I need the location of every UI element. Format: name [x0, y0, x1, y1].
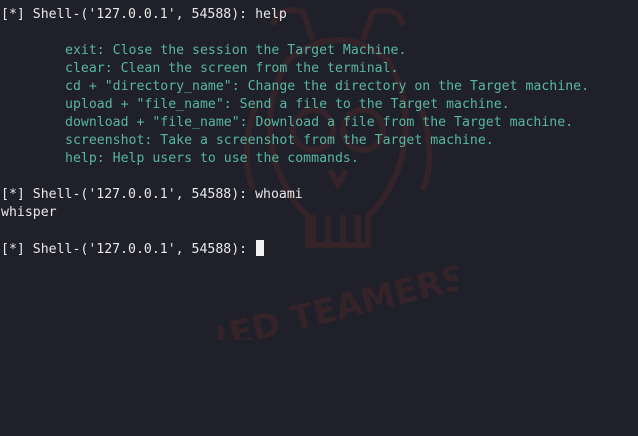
- help-text-line: screenshot: Take a screenshot from the T…: [65, 133, 494, 148]
- help-text-line: cd + "directory_name": Change the direct…: [65, 79, 590, 94]
- active-prompt-line[interactable]: [*] Shell-('127.0.0.1', 54588):: [0, 240, 638, 258]
- prompt: [*] Shell-('127.0.0.1', 54588):: [1, 7, 256, 22]
- help-text-line: exit: Close the session the Target Machi…: [65, 43, 407, 58]
- help-text-line: upload + "file_name": Send a file to the…: [65, 97, 510, 112]
- prompt: [*] Shell-('127.0.0.1', 54588):: [1, 187, 256, 202]
- typed-command: whoami: [255, 187, 303, 202]
- terminal-window[interactable]: RED TEAMERS [*] Shell-('127.0.0.1', 5458…: [0, 0, 638, 436]
- help-text-line: download + "file_name": Download a file …: [65, 115, 574, 130]
- typed-command: help: [255, 7, 287, 22]
- prompt-line: [*] Shell-('127.0.0.1', 54588): whoami: [0, 186, 638, 204]
- help-text-line: clear: Clean the screen from the termina…: [65, 61, 399, 76]
- watermark-text: RED TEAMERS: [218, 257, 458, 340]
- text-cursor: [256, 240, 265, 256]
- command-output: whisper: [1, 205, 57, 220]
- help-text-line: help: Help users to use the commands.: [65, 151, 359, 166]
- prompt-line: [*] Shell-('127.0.0.1', 54588): help: [0, 6, 638, 24]
- prompt: [*] Shell-('127.0.0.1', 54588):: [1, 242, 256, 257]
